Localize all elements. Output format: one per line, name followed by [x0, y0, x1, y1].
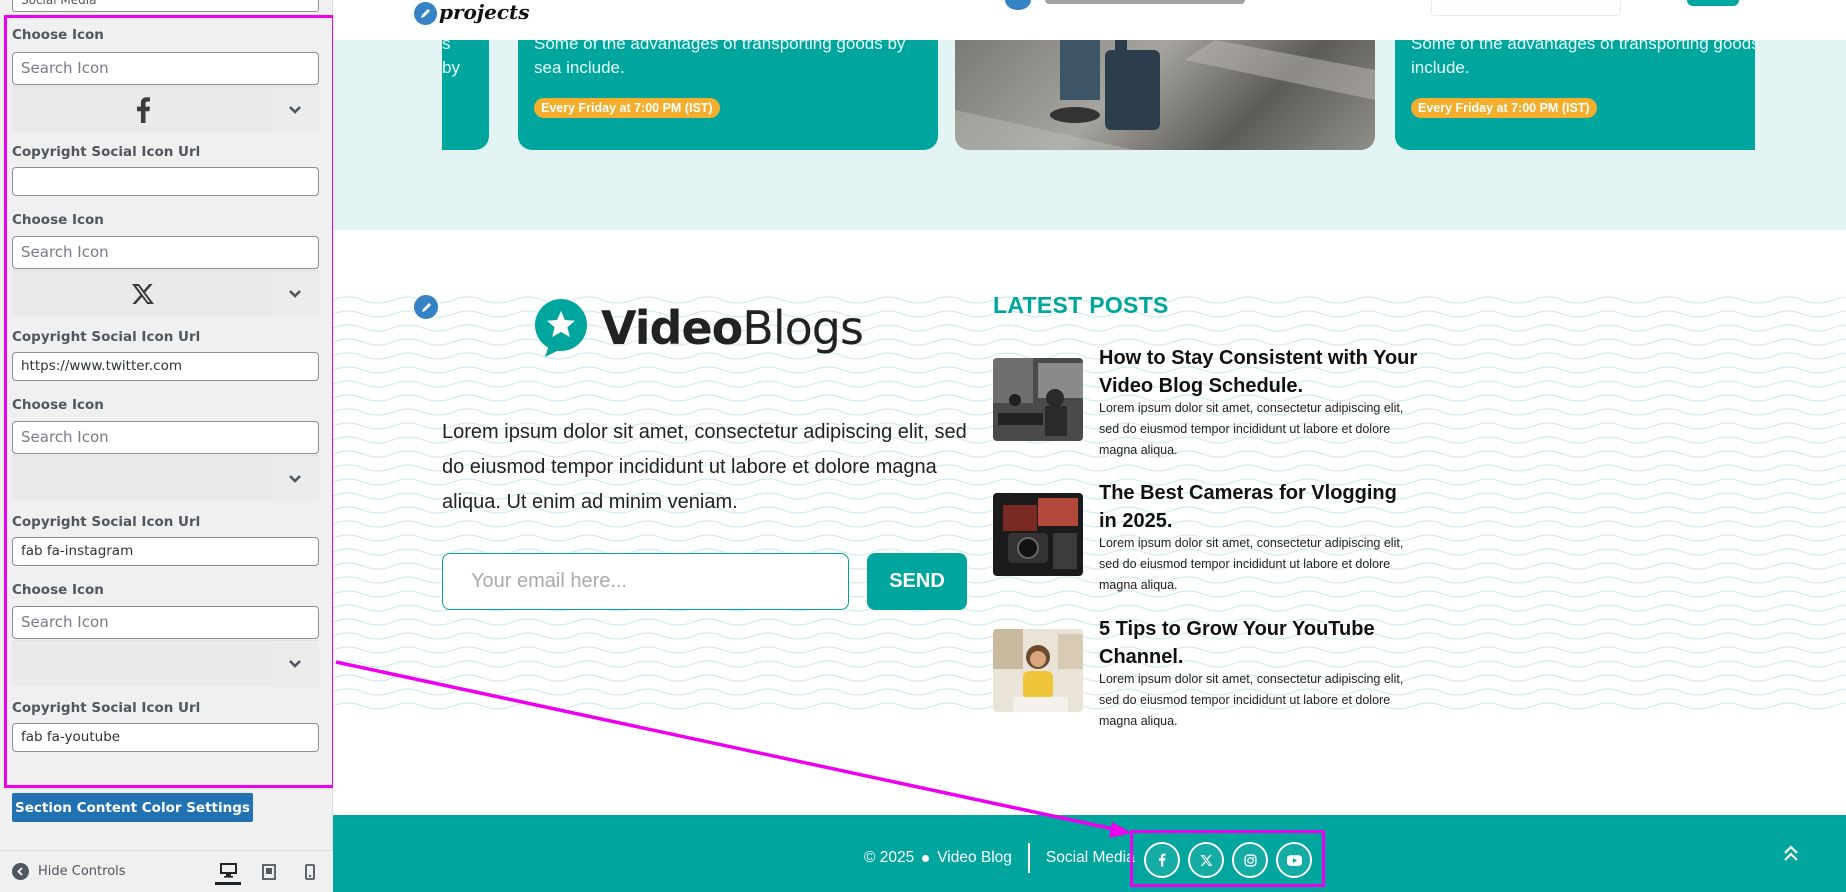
- divider: [1027, 843, 1030, 873]
- edit-shortcut-pencil-icon[interactable]: [412, 0, 439, 27]
- event-card[interactable]: Some of the advantages of transporting g…: [518, 40, 938, 150]
- copyright-year: © 2025: [864, 849, 915, 866]
- copyright-text: © 2025 Video Blog Social Media: [864, 843, 1135, 873]
- latest-posts-heading: LATEST POSTS: [993, 292, 1169, 318]
- icon-picker[interactable]: [12, 86, 319, 133]
- chevron-down-icon[interactable]: [271, 641, 319, 687]
- edit-shortcut-pencil-icon[interactable]: [412, 293, 440, 321]
- choose-icon-label: Choose Icon: [12, 27, 104, 43]
- event-card[interactable]: Some of the advantages of transporting g…: [1395, 40, 1755, 150]
- social-url-input[interactable]: https://www.twitter.com: [12, 352, 319, 381]
- post-title[interactable]: The Best Cameras for Vlogging in 2025.: [1099, 479, 1419, 535]
- instagram-icon[interactable]: [1232, 842, 1268, 878]
- post-title[interactable]: 5 Tips to Grow Your YouTube Channel.: [1099, 615, 1419, 671]
- post-excerpt: Lorem ipsum dolor sit amet, consectetur …: [1099, 536, 1404, 592]
- panel-footer: Hide Controls: [0, 850, 333, 892]
- collapse-icon: [12, 863, 29, 880]
- social-url-input[interactable]: [12, 167, 319, 196]
- edit-shortcut-pencil-icon[interactable]: [1005, 0, 1031, 10]
- mobile-preview-icon[interactable]: [297, 859, 323, 885]
- icon-picker[interactable]: [12, 455, 319, 502]
- event-time-pill: Every Friday at 7:00 PM (IST): [1411, 98, 1597, 118]
- site-header: projects: [333, 0, 1846, 40]
- star-bubble-icon: [535, 299, 587, 357]
- site-preview: projects s by Some of the advantages of …: [333, 0, 1846, 892]
- post-excerpt: Lorem ipsum dolor sit amet, consectetur …: [1099, 401, 1404, 457]
- copyright-bar: © 2025 Video Blog Social Media: [333, 815, 1846, 892]
- social-media-label: Social Media: [1045, 849, 1135, 866]
- videoblogs-logo[interactable]: VideoBlogs: [531, 297, 864, 359]
- event-time-pill: Every Friday at 7:00 PM (IST): [534, 98, 720, 118]
- event-desc: Some of the advantages of transporting g…: [1411, 40, 1755, 77]
- chevron-down-icon[interactable]: [271, 87, 319, 133]
- hide-controls-button[interactable]: Hide Controls: [12, 863, 126, 880]
- logo-wordmark: VideoBlogs: [601, 301, 864, 355]
- post-thumbnail[interactable]: [993, 629, 1083, 712]
- icon-search-input[interactable]: Search Icon: [12, 421, 319, 454]
- social-icons-highlight: [1130, 830, 1325, 887]
- social-url-label: Copyright Social Icon Url: [12, 329, 201, 345]
- social-url-label: Copyright Social Icon Url: [12, 514, 201, 530]
- about-text: Lorem ipsum dolor sit amet, consectetur …: [442, 421, 967, 513]
- post-title[interactable]: How to Stay Consistent with Your Video B…: [1099, 344, 1419, 400]
- post-thumbnail[interactable]: [993, 493, 1083, 576]
- x-twitter-icon[interactable]: [1188, 842, 1224, 878]
- site-name-link[interactable]: Video Blog: [937, 849, 1012, 867]
- social-url-input[interactable]: fab fa-instagram: [12, 537, 319, 566]
- icon-search-input[interactable]: Search Icon: [12, 606, 319, 639]
- header-button[interactable]: [1687, 0, 1739, 6]
- bullet-separator: [922, 854, 930, 862]
- event-card[interactable]: s by: [442, 40, 489, 150]
- post-excerpt: Lorem ipsum dolor sit amet, consectetur …: [1099, 672, 1404, 728]
- icon-picker[interactable]: [12, 270, 319, 317]
- event-desc: Some of the advantages of transporting g…: [534, 40, 906, 77]
- section-color-settings-button[interactable]: Section Content Color Settings: [12, 793, 253, 822]
- scroll-to-top-icon[interactable]: [1778, 840, 1804, 866]
- post-thumbnail[interactable]: [993, 358, 1083, 441]
- customizer-panel: Social Media Choose Icon Search Icon Cop…: [0, 0, 335, 892]
- chevron-down-icon[interactable]: [271, 271, 319, 317]
- icon-search-input[interactable]: Search Icon: [12, 236, 319, 269]
- events-section: s by Some of the advantages of transport…: [333, 40, 1846, 230]
- social-media-title-field[interactable]: Social Media: [12, 0, 319, 12]
- social-url-label: Copyright Social Icon Url: [12, 700, 201, 716]
- header-nav[interactable]: [1045, 0, 1245, 4]
- facebook-icon[interactable]: [1144, 842, 1180, 878]
- choose-icon-label: Choose Icon: [12, 582, 104, 598]
- tablet-preview-icon[interactable]: [256, 859, 282, 885]
- event-desc: s by: [442, 40, 460, 77]
- social-url-input[interactable]: fab fa-youtube: [12, 723, 319, 752]
- icon-search-input[interactable]: Search Icon: [12, 52, 319, 85]
- choose-icon-label: Choose Icon: [12, 212, 104, 228]
- desktop-preview-icon[interactable]: [215, 859, 241, 885]
- social-url-label: Copyright Social Icon Url: [12, 144, 201, 160]
- footer-widgets: VideoBlogs Lorem ipsum dolor sit amet, c…: [333, 230, 1846, 815]
- event-image[interactable]: [955, 40, 1375, 150]
- icon-picker[interactable]: [12, 640, 319, 687]
- header-search-input[interactable]: [1431, 0, 1621, 16]
- site-logo[interactable]: projects: [439, 0, 530, 24]
- newsletter-email-input[interactable]: Your email here...: [442, 553, 849, 610]
- chevron-down-icon[interactable]: [271, 456, 319, 502]
- hide-controls-label: Hide Controls: [38, 864, 126, 879]
- send-button[interactable]: SEND: [867, 553, 967, 610]
- choose-icon-label: Choose Icon: [12, 397, 104, 413]
- panel-controls: Choose Icon Search Icon Copyright Social…: [0, 16, 333, 790]
- facebook-icon: [12, 87, 274, 133]
- youtube-icon[interactable]: [1276, 842, 1312, 878]
- x-twitter-icon: [12, 271, 274, 317]
